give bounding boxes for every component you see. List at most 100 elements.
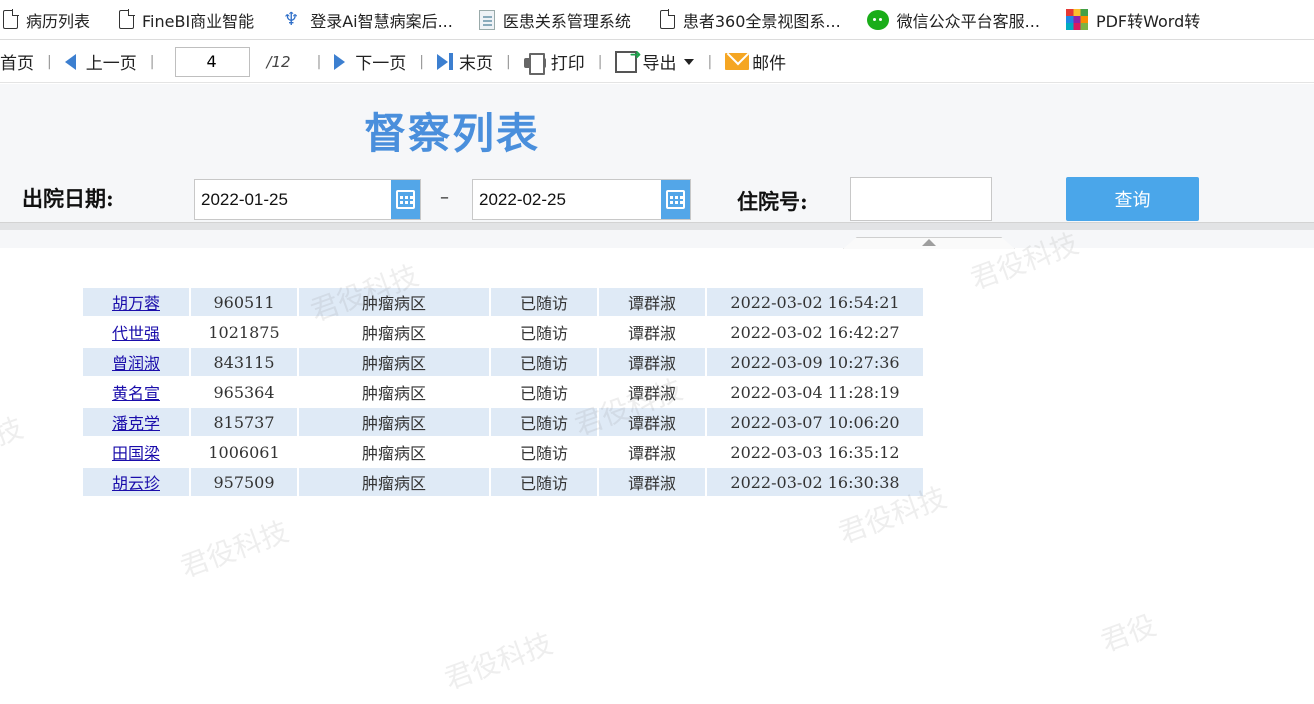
toolbar-separator: | xyxy=(597,53,603,70)
cell-admission-number: 965364 xyxy=(191,378,297,406)
cell-patient-name[interactable]: 代世强 xyxy=(83,318,189,346)
cell-patient-name[interactable]: 曾润淑 xyxy=(83,348,189,376)
table-row: 曾润淑 843115 肿瘤病区 已随访 谭群淑 2022-03-09 10:27:36 xyxy=(83,348,923,376)
patient-name-link[interactable]: 代世强 xyxy=(112,324,160,343)
cell-inspector: 谭群淑 xyxy=(599,468,705,496)
mail-icon xyxy=(725,53,750,70)
cell-admission-number: 843115 xyxy=(191,348,297,376)
table-row: 黄名宣 965364 肿瘤病区 已随访 谭群淑 2022-03-04 11:28:19 xyxy=(83,378,923,406)
bookmark-item[interactable]: 患者360全景视图系... xyxy=(657,0,841,39)
date-from-field[interactable]: 2022-01-25 xyxy=(194,179,421,220)
last-page-button[interactable]: 末页 xyxy=(437,46,493,78)
panel-footer xyxy=(0,230,1314,248)
first-page-button[interactable]: 首页 xyxy=(0,46,34,78)
cell-inspector: 谭群淑 xyxy=(599,348,705,376)
page-number-input[interactable] xyxy=(175,46,251,77)
cell-patient-name[interactable]: 田国梁 xyxy=(83,438,189,466)
calendar-icon xyxy=(666,190,685,209)
date-to-field[interactable]: 2022-02-25 xyxy=(472,179,691,220)
date-range-separator: – xyxy=(440,187,449,208)
pdf-icon xyxy=(1065,8,1088,31)
table-row: 潘克学 815737 肿瘤病区 已随访 谭群淑 2022-03-07 10:06:20 xyxy=(83,408,923,436)
print-button[interactable]: 打印 xyxy=(523,46,585,78)
toolbar-separator: | xyxy=(47,53,52,70)
cell-admission-number: 1006061 xyxy=(191,438,297,466)
cell-inspector: 谭群淑 xyxy=(599,288,705,316)
panel-divider xyxy=(0,222,1314,230)
patient-name-link[interactable]: 曾润淑 xyxy=(112,354,160,373)
admission-number-label: 住院号: xyxy=(737,189,808,214)
cell-ward: 肿瘤病区 xyxy=(299,438,489,466)
cell-inspection-time: 2022-03-07 10:06:20 xyxy=(707,408,923,436)
bookmark-item[interactable]: 医患关系管理系统 xyxy=(478,0,631,39)
bookmark-item[interactable]: 病历列表 xyxy=(0,0,90,39)
bookmarks-bar: 病历列表 FineBI商业智能 ♆ 登录Ai智慧病案后... 医患关系管理系统 患… xyxy=(0,0,1314,40)
page-icon xyxy=(119,9,135,29)
mail-button[interactable]: 邮件 xyxy=(725,46,786,78)
table-row: 代世强 1021875 肿瘤病区 已随访 谭群淑 2022-03-02 16:42:27 xyxy=(83,318,923,346)
toolbar-separator: | xyxy=(149,53,155,70)
toolbar-separator: | xyxy=(506,53,511,70)
export-icon xyxy=(615,47,641,73)
cell-follow-up-status: 已随访 xyxy=(491,318,597,346)
page-title: 督察列表 xyxy=(364,109,541,158)
collapse-panel-toggle[interactable] xyxy=(843,237,1015,249)
prev-page-button[interactable]: 上一页 xyxy=(64,46,137,78)
cell-follow-up-status: 已随访 xyxy=(491,468,597,496)
cell-admission-number: 815737 xyxy=(191,408,297,436)
cell-inspector: 谭群淑 xyxy=(599,378,705,406)
bookmark-item[interactable]: PDF转Word转 xyxy=(1065,0,1200,39)
cell-patient-name[interactable]: 潘克学 xyxy=(83,408,189,436)
doc-icon xyxy=(478,9,495,30)
date-from-picker-button[interactable] xyxy=(391,180,420,219)
patient-name-link[interactable]: 黄名宣 xyxy=(112,384,160,403)
bookmark-item[interactable]: 微信公众平台客服... xyxy=(866,0,1040,39)
export-button[interactable]: 导出 xyxy=(615,46,695,78)
toolbar-separator: | xyxy=(419,53,425,70)
toolbar-separator: | xyxy=(316,53,322,70)
cell-ward: 肿瘤病区 xyxy=(299,378,489,406)
cell-follow-up-status: 已随访 xyxy=(491,288,597,316)
cell-inspection-time: 2022-03-02 16:42:27 xyxy=(707,318,923,346)
cell-patient-name[interactable]: 胡云珍 xyxy=(83,468,189,496)
table-row: 胡云珍 957509 肿瘤病区 已随访 谭群淑 2022-03-02 16:30:38 xyxy=(83,468,923,496)
cell-admission-number: 957509 xyxy=(191,468,297,496)
skip-end-icon xyxy=(437,53,454,70)
admission-number-input[interactable] xyxy=(850,177,992,221)
cell-inspection-time: 2022-03-03 16:35:12 xyxy=(707,438,923,466)
cell-inspector: 谭群淑 xyxy=(599,318,705,346)
date-to-picker-button[interactable] xyxy=(661,180,690,219)
watermark: 君役 xyxy=(1096,608,1161,659)
lotus-icon: ♆ xyxy=(283,8,300,30)
cell-inspector: 谭群淑 xyxy=(599,408,705,436)
cell-follow-up-status: 已随访 xyxy=(491,408,597,436)
patient-name-link[interactable]: 胡万蓉 xyxy=(112,294,160,313)
date-from-value: 2022-01-25 xyxy=(201,190,288,209)
inspection-table: 胡万蓉 960511 肿瘤病区 已随访 谭群淑 2022-03-02 16:54:21 代世… xyxy=(81,286,925,498)
next-page-button[interactable]: 下一页 xyxy=(334,46,406,78)
cell-follow-up-status: 已随访 xyxy=(491,378,597,406)
patient-name-link[interactable]: 潘克学 xyxy=(112,414,160,433)
cell-ward: 肿瘤病区 xyxy=(299,348,489,376)
table-row: 田国梁 1006061 肿瘤病区 已随访 谭群淑 2022-03-03 16:35:12 xyxy=(83,438,923,466)
query-button[interactable]: 查询 xyxy=(1066,177,1199,221)
table-row: 胡万蓉 960511 肿瘤病区 已随访 谭群淑 2022-03-02 16:54:21 xyxy=(83,288,923,316)
cell-ward: 肿瘤病区 xyxy=(299,408,489,436)
arrow-left-icon xyxy=(64,53,76,70)
cell-patient-name[interactable]: 胡万蓉 xyxy=(83,288,189,316)
report-toolbar: 首页 | 上一页 | /12 | 下一页 | 末页 | 打印 | 导出 | 邮件 xyxy=(0,41,1314,83)
patient-name-link[interactable]: 胡云珍 xyxy=(112,474,160,493)
table-body: 胡万蓉 960511 肿瘤病区 已随访 谭群淑 2022-03-02 16:54:21 代世… xyxy=(83,288,923,496)
page-total: /12 xyxy=(266,52,291,71)
discharge-date-label: 出院日期: xyxy=(22,186,114,211)
cell-patient-name[interactable]: 黄名宣 xyxy=(83,378,189,406)
cell-inspection-time: 2022-03-02 16:54:21 xyxy=(707,288,923,316)
cell-ward: 肿瘤病区 xyxy=(299,468,489,496)
cell-inspection-time: 2022-03-02 16:30:38 xyxy=(707,468,923,496)
bookmark-item[interactable]: ♆ 登录Ai智慧病案后... xyxy=(280,0,453,39)
cell-admission-number: 1021875 xyxy=(191,318,297,346)
patient-name-link[interactable]: 田国梁 xyxy=(112,444,160,463)
date-to-value: 2022-02-25 xyxy=(479,190,566,209)
watermark: 君役科技 xyxy=(176,514,293,585)
bookmark-item[interactable]: FineBI商业智能 xyxy=(116,0,254,39)
